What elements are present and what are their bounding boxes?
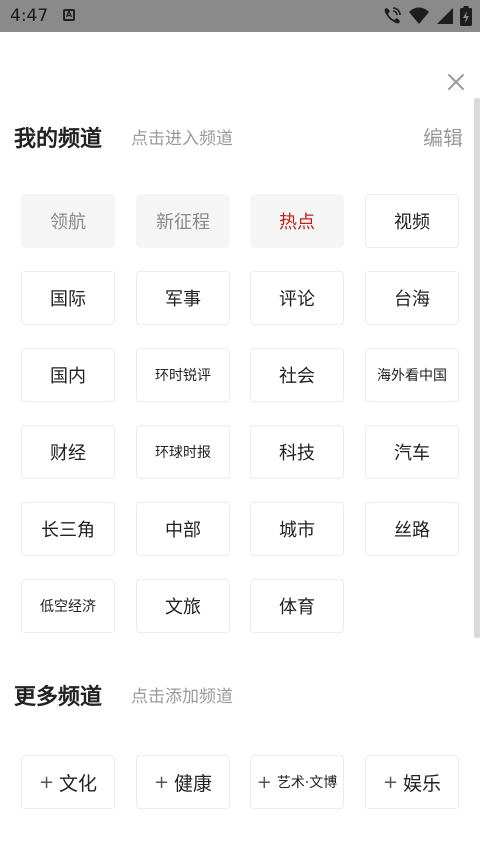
status-time: 4:47 — [10, 6, 49, 26]
close-icon[interactable] — [446, 72, 466, 92]
channel-chip[interactable]: 海外看中国 — [365, 348, 459, 402]
channel-chip[interactable]: 文旅 — [136, 579, 230, 633]
channel-label: 城市 — [279, 520, 315, 541]
channel-chip[interactable]: 环时锐评 — [136, 348, 230, 402]
wifi-icon — [409, 7, 429, 24]
channel-label: 台海 — [394, 289, 430, 310]
channel-label: 评论 — [279, 289, 315, 310]
channel-label: 社会 — [279, 366, 315, 387]
channel-label: 国内 — [50, 366, 86, 387]
channel-chip[interactable]: 中部 — [136, 502, 230, 556]
notification-a-icon: A — [63, 9, 75, 21]
channel-chip[interactable]: 长三角 — [21, 502, 115, 556]
channel-label: 娱乐 — [403, 772, 442, 795]
channel-label: 海外看中国 — [377, 368, 447, 384]
wifi-call-icon — [384, 7, 401, 24]
channel-label: 长三角 — [41, 520, 95, 541]
more-channels-hint: 点击添加频道 — [131, 687, 233, 707]
channel-label: 文旅 — [165, 597, 201, 618]
scrollbar[interactable] — [474, 98, 480, 638]
channel-chip[interactable]: 评论 — [250, 271, 344, 325]
channel-chip[interactable]: 台海 — [365, 271, 459, 325]
channel-label: 丝路 — [394, 520, 430, 541]
channel-label: 文化 — [59, 772, 98, 795]
my-channels-hint: 点击进入频道 — [131, 129, 233, 149]
channel-label: 国际 — [50, 289, 86, 310]
channel-chip[interactable]: 城市 — [250, 502, 344, 556]
channel-chip[interactable]: 环球时报 — [136, 425, 230, 479]
channel-chip[interactable]: 社会 — [250, 348, 344, 402]
channel-label: 视频 — [394, 212, 430, 233]
channel-label: 中部 — [165, 520, 201, 541]
channel-chip[interactable]: 低空经济 — [21, 579, 115, 633]
channel-label: 环时锐评 — [155, 368, 211, 384]
channel-label: 低空经济 — [40, 599, 96, 615]
channel-label: 汽车 — [394, 443, 430, 464]
my-channels-title: 我的频道 — [14, 127, 103, 152]
channel-chip[interactable]: 军事 — [136, 271, 230, 325]
more-channel-chip[interactable]: + 艺术·文博 — [250, 755, 344, 809]
channel-chip[interactable]: 财经 — [21, 425, 115, 479]
channel-chip[interactable]: 汽车 — [365, 425, 459, 479]
channel-label: 科技 — [279, 443, 315, 464]
plus-icon: + — [153, 771, 170, 793]
plus-icon: + — [382, 771, 399, 793]
channel-label: 财经 — [50, 443, 86, 464]
channel-label: 军事 — [165, 289, 201, 310]
battery-charging-icon — [460, 6, 472, 26]
channel-chip[interactable]: 视频 — [365, 194, 459, 248]
channel-chip[interactable]: 热点 — [250, 194, 344, 248]
channel-chip[interactable]: 领航 — [21, 194, 115, 248]
more-channel-chip[interactable]: + 娱乐 — [365, 755, 459, 809]
more-channel-chip[interactable]: + 健康 — [136, 755, 230, 809]
channel-chip[interactable]: 丝路 — [365, 502, 459, 556]
channel-chip[interactable]: 科技 — [250, 425, 344, 479]
channel-label: 体育 — [279, 597, 315, 618]
channel-chip[interactable]: 国际 — [21, 271, 115, 325]
channel-label: 环球时报 — [155, 445, 211, 461]
plus-icon: + — [256, 771, 272, 793]
status-icons — [382, 6, 472, 26]
channel-chip[interactable]: 体育 — [250, 579, 344, 633]
channel-label: 新征程 — [156, 212, 210, 233]
channel-chip[interactable]: 新征程 — [136, 194, 230, 248]
more-channels-title: 更多频道 — [14, 685, 103, 710]
plus-icon: + — [38, 771, 55, 793]
channel-label: 领航 — [50, 212, 86, 233]
channel-label: 艺术·文博 — [276, 775, 338, 791]
signal-icon — [437, 8, 453, 24]
more-channel-chip[interactable]: + 文化 — [21, 755, 115, 809]
channel-manager-panel: 我的频道 点击进入频道 编辑 领航 新征程 热点 视频国际 军事 评论 台海国内 环时锐评 社会… — [0, 32, 480, 854]
status-bar: 4:47 A — [0, 0, 480, 32]
channel-label: 健康 — [174, 772, 213, 795]
channel-chip[interactable]: 国内 — [21, 348, 115, 402]
channel-label: 热点 — [279, 212, 315, 233]
edit-button[interactable]: 编辑 — [423, 122, 463, 151]
